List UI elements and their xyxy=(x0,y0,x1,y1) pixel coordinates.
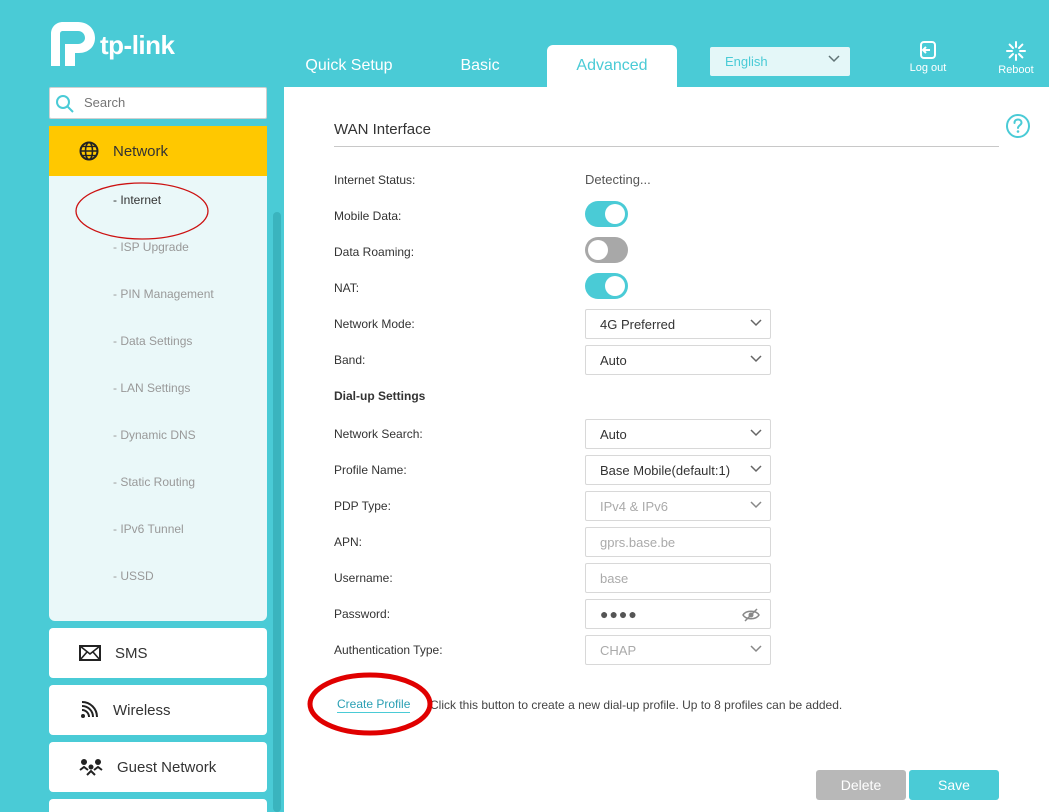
eye-hidden-icon[interactable] xyxy=(742,607,760,623)
sidebar-item-guest-network-label: Guest Network xyxy=(117,758,217,776)
sidebar-item-network-label: Network xyxy=(113,142,169,160)
sidebar-subitem-dynamic-dns[interactable]: - Dynamic DNS xyxy=(49,411,267,458)
sidebar-subitem-ipv6-tunnel[interactable]: - IPv6 Tunnel xyxy=(49,505,267,552)
chevron-down-icon xyxy=(750,319,762,327)
sidebar-item-next[interactable] xyxy=(49,799,267,812)
mobile-data-label: Mobile Data: xyxy=(334,209,402,223)
username-field[interactable]: base xyxy=(585,563,771,593)
language-value: English xyxy=(725,54,768,69)
create-profile-hint: Click this button to create a new dial-u… xyxy=(430,698,843,712)
apn-field[interactable]: gprs.base.be xyxy=(585,527,771,557)
data-roaming-label: Data Roaming: xyxy=(334,245,415,259)
logout-button[interactable]: Log out xyxy=(898,40,958,74)
create-profile-link[interactable]: Create Profile xyxy=(337,697,411,713)
tab-basic[interactable]: Basic xyxy=(430,45,530,87)
help-icon[interactable] xyxy=(1005,113,1031,139)
network-mode-label: Network Mode: xyxy=(334,317,415,331)
band-value: Auto xyxy=(600,352,627,368)
authentication-type-label: Authentication Type: xyxy=(334,643,443,657)
band-select[interactable]: Auto xyxy=(585,345,771,375)
envelope-icon xyxy=(79,645,101,661)
globe-icon xyxy=(79,141,99,161)
sidebar-subitem-internet[interactable]: - Internet xyxy=(49,176,267,223)
authentication-type-value: CHAP xyxy=(600,642,637,658)
internet-status-value: Detecting... xyxy=(585,172,651,187)
search-input[interactable] xyxy=(84,95,259,110)
pdp-type-label: PDP Type: xyxy=(334,499,391,513)
tab-quick-setup[interactable]: Quick Setup xyxy=(290,45,408,87)
toggle-knob xyxy=(605,204,625,224)
sidebar-item-guest-network[interactable]: Guest Network xyxy=(49,742,267,792)
network-mode-select[interactable]: 4G Preferred xyxy=(585,309,771,339)
delete-button[interactable]: Delete xyxy=(816,770,906,800)
chevron-down-icon xyxy=(750,355,762,363)
authentication-type-select[interactable]: CHAP xyxy=(585,635,771,665)
tab-advanced[interactable]: Advanced xyxy=(547,45,677,87)
data-roaming-toggle[interactable] xyxy=(585,237,628,263)
username-label: Username: xyxy=(334,571,393,585)
profile-name-value: Base Mobile(default:1) xyxy=(600,462,731,478)
network-search-label: Network Search: xyxy=(334,427,423,441)
pdp-type-select[interactable]: IPv4 & IPv6 xyxy=(585,491,771,521)
profile-name-select[interactable]: Base Mobile(default:1) xyxy=(585,455,771,485)
chevron-down-icon xyxy=(750,645,762,653)
password-value: ●●●● xyxy=(600,606,638,622)
tp-link-logo-icon xyxy=(51,22,95,66)
page-title: WAN Interface xyxy=(334,121,431,138)
sidebar-item-sms-label: SMS xyxy=(115,644,148,662)
sidebar-subitem-isp-upgrade[interactable]: - ISP Upgrade xyxy=(49,223,267,270)
band-label: Band: xyxy=(334,353,366,367)
save-button[interactable]: Save xyxy=(909,770,999,800)
profile-name-label: Profile Name: xyxy=(334,463,407,477)
guest-users-icon xyxy=(79,759,103,776)
chevron-down-icon xyxy=(750,465,762,473)
reboot-icon xyxy=(1006,41,1026,61)
search-box[interactable] xyxy=(49,87,267,119)
wireless-icon xyxy=(81,701,98,718)
password-label: Password: xyxy=(334,607,391,621)
mobile-data-toggle[interactable] xyxy=(585,201,628,227)
sidebar-subitem-ussd[interactable]: - USSD xyxy=(49,552,267,599)
sidebar-scrollbar[interactable] xyxy=(273,212,281,812)
sidebar-item-wireless-label: Wireless xyxy=(113,701,171,719)
toggle-knob xyxy=(588,240,608,260)
internet-status-label: Internet Status: xyxy=(334,173,416,187)
sidebar-subitem-data-settings[interactable]: - Data Settings xyxy=(49,317,267,364)
sidebar-subitem-lan-settings[interactable]: - LAN Settings xyxy=(49,364,267,411)
network-search-value: Auto xyxy=(600,426,627,442)
pdp-type-value: IPv4 & IPv6 xyxy=(600,498,668,514)
logout-icon xyxy=(920,41,936,59)
reboot-label: Reboot xyxy=(998,64,1034,76)
apn-label: APN: xyxy=(334,535,363,549)
sidebar-subitem-static-routing[interactable]: - Static Routing xyxy=(49,458,267,505)
reboot-button[interactable]: Reboot xyxy=(986,40,1046,76)
title-divider xyxy=(334,146,999,147)
toggle-knob xyxy=(605,276,625,296)
network-search-select[interactable]: Auto xyxy=(585,419,771,449)
username-value: base xyxy=(600,570,629,586)
language-select[interactable]: English xyxy=(710,47,850,76)
sidebar-item-sms[interactable]: SMS xyxy=(49,628,267,678)
apn-value: gprs.base.be xyxy=(600,534,676,550)
sidebar-item-network[interactable]: Network xyxy=(49,126,267,176)
chevron-down-icon xyxy=(750,429,762,437)
sidebar-item-wireless[interactable]: Wireless xyxy=(49,685,267,735)
sidebar-network-group: Network - Internet - ISP Upgrade - PIN M… xyxy=(49,126,267,621)
chevron-down-icon xyxy=(750,501,762,509)
nat-label: NAT: xyxy=(334,281,360,295)
network-mode-value: 4G Preferred xyxy=(600,316,676,332)
nat-toggle[interactable] xyxy=(585,273,628,299)
password-field[interactable]: ●●●● xyxy=(585,599,771,629)
sidebar-subitem-pin-management[interactable]: - PIN Management xyxy=(49,270,267,317)
logout-label: Log out xyxy=(909,62,947,74)
dialup-settings-heading: Dial-up Settings xyxy=(334,389,426,403)
chevron-down-icon xyxy=(828,55,840,63)
brand-name: tp-link xyxy=(100,30,175,60)
search-icon xyxy=(56,95,74,113)
